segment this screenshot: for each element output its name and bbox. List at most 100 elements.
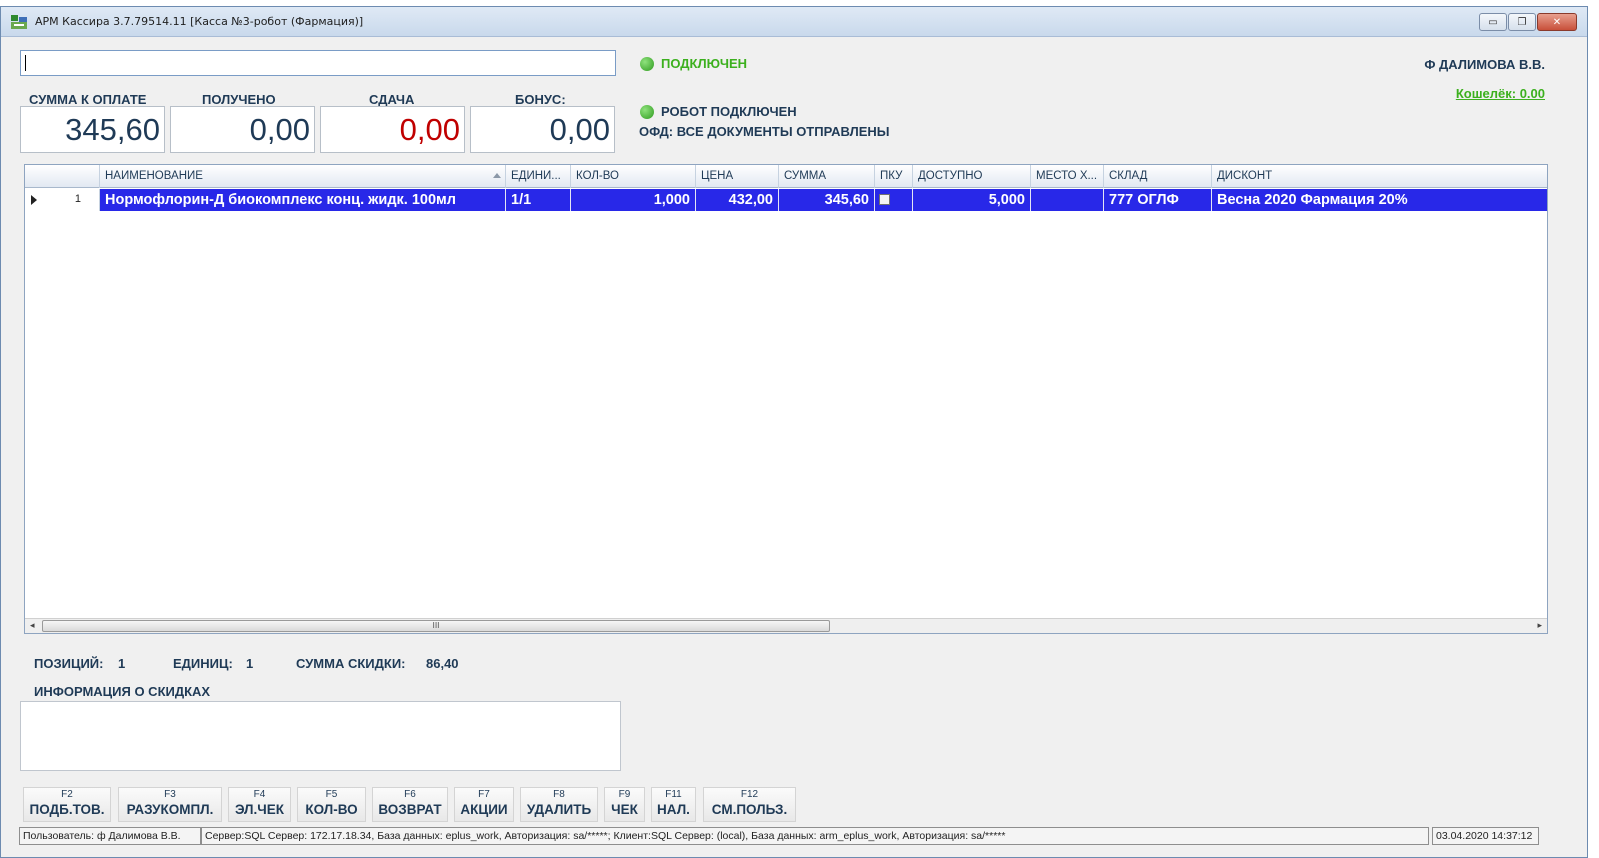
change-label: СДАЧА	[369, 92, 415, 107]
ofd-status-text: ОФД: ВСЕ ДОКУМЕНТЫ ОТПРАВЛЕНЫ	[639, 124, 890, 139]
wallet-link[interactable]: Кошелёк: 0.00	[1456, 86, 1545, 101]
fkey-code: F7	[478, 789, 490, 800]
grid-header: НАИМЕНОВАНИЕ ЕДИНИ... КОЛ-ВО ЦЕНА СУММА …	[25, 165, 1547, 188]
cell-price[interactable]: 432,00	[696, 189, 779, 211]
col-pku[interactable]: ПКУ	[875, 165, 913, 188]
fkey-code: F4	[253, 789, 266, 800]
received-label: ПОЛУЧЕНО	[202, 92, 276, 107]
text-caret	[25, 55, 26, 71]
cell-unit[interactable]: 1/1	[506, 189, 571, 211]
fkey-f3-button[interactable]: F3 РАЗУКОМПЛ.	[118, 787, 222, 822]
horizontal-scrollbar[interactable]: ◂ III ▸	[25, 618, 1547, 633]
col-qty[interactable]: КОЛ-ВО	[571, 165, 696, 188]
statusbar-user: Пользователь: ф Далимова В.В.	[19, 827, 201, 845]
fkey-label: АКЦИИ	[460, 802, 508, 817]
scroll-thumb[interactable]: III	[42, 620, 830, 632]
fkey-code: F2	[61, 789, 73, 800]
minimize-button[interactable]: ▭	[1479, 13, 1507, 31]
cell-pku[interactable]	[875, 189, 913, 211]
current-row-icon	[31, 195, 37, 205]
fkey-code: F5	[325, 789, 338, 800]
fkey-code: F11	[665, 789, 682, 800]
fkey-code: F9	[618, 789, 631, 800]
to-pay-value: 345,60	[20, 106, 165, 153]
fkey-label: ПОДБ.ТОВ.	[29, 802, 105, 817]
discount-info-title: ИНФОРМАЦИЯ О СКИДКАХ	[34, 684, 211, 699]
discount-sum-label: СУММА СКИДКИ:	[296, 656, 406, 671]
fkey-f9-button[interactable]: F9 ЧЕК	[604, 787, 645, 822]
cell-warehouse[interactable]: 777 ОГЛФ	[1104, 189, 1212, 211]
app-logo-icon	[11, 15, 27, 29]
col-place[interactable]: МЕСТО Х...	[1031, 165, 1104, 188]
col-price[interactable]: ЦЕНА	[696, 165, 779, 188]
positions-value: 1	[118, 656, 126, 671]
cell-sum[interactable]: 345,60	[779, 189, 875, 211]
grid-header-rowsel	[25, 165, 100, 188]
fkey-label: СМ.ПОЛЬЗ.	[711, 802, 788, 817]
items-grid: НАИМЕНОВАНИЕ ЕДИНИ... КОЛ-ВО ЦЕНА СУММА …	[24, 164, 1548, 634]
cell-qty[interactable]: 1,000	[571, 189, 696, 211]
table-row[interactable]: 1 Нормофлорин-Д биокомплекс конц. жидк. …	[25, 189, 1547, 211]
connection-status-icon	[640, 57, 654, 71]
window-controls: ▭ ❐ ✕	[1478, 13, 1577, 31]
fkey-f4-button[interactable]: F4 ЭЛ.ЧЕК	[228, 787, 291, 822]
fkey-label: НАЛ.	[657, 802, 690, 817]
fkey-label: КОЛ-ВО	[305, 802, 358, 817]
title-bar: АРМ Кассира 3.7.79514.11 [Касса №3-робот…	[1, 7, 1587, 37]
maximize-button[interactable]: ❐	[1508, 13, 1536, 31]
barcode-search-input[interactable]	[20, 50, 616, 76]
fkey-label: ЧЕК	[611, 802, 638, 817]
col-name[interactable]: НАИМЕНОВАНИЕ	[100, 165, 506, 188]
fkey-label: РАЗУКОМПЛ.	[126, 802, 214, 817]
fkey-label: УДАЛИТЬ	[526, 802, 592, 817]
status-bar: Пользователь: ф Далимова В.В. Сервер:SQL…	[19, 827, 1539, 845]
scroll-left-icon[interactable]: ◂	[30, 621, 35, 631]
units-label: ЕДИНИЦ:	[173, 656, 233, 671]
positions-label: ПОЗИЦИЙ:	[34, 656, 104, 671]
discount-info-box	[20, 701, 621, 771]
cashier-name: Ф ДАЛИМОВА В.В.	[1424, 57, 1545, 72]
robot-status-icon	[640, 105, 654, 119]
to-pay-label: СУММА К ОПЛАТЕ	[29, 92, 147, 107]
fkey-code: F6	[404, 789, 416, 800]
fkey-f8-button[interactable]: F8 УДАЛИТЬ	[520, 787, 598, 822]
scroll-right-icon[interactable]: ▸	[1537, 621, 1542, 631]
window-title: АРМ Кассира 3.7.79514.11 [Касса №3-робот…	[35, 15, 364, 28]
fkey-f11-button[interactable]: F11 НАЛ.	[651, 787, 696, 822]
row-selector[interactable]: 1	[25, 189, 100, 211]
col-unit[interactable]: ЕДИНИ...	[506, 165, 571, 188]
cell-name[interactable]: Нормофлорин-Д биокомплекс конц. жидк. 10…	[100, 189, 506, 211]
fkey-code: F12	[740, 789, 759, 800]
statusbar-datetime: 03.04.2020 14:37:12	[1432, 827, 1539, 845]
received-value[interactable]: 0,00	[170, 106, 315, 153]
cell-discount[interactable]: Весна 2020 Фармация 20%	[1212, 189, 1547, 211]
sort-ascending-icon	[493, 173, 501, 178]
robot-status-text: РОБОТ ПОДКЛЮЧЕН	[661, 104, 797, 119]
col-discount[interactable]: ДИСКОНТ	[1212, 165, 1547, 188]
cell-available[interactable]: 5,000	[913, 189, 1031, 211]
col-sum[interactable]: СУММА	[779, 165, 875, 188]
connection-status-text: ПОДКЛЮЧЕН	[661, 56, 748, 71]
fkey-f7-button[interactable]: F7 АКЦИИ	[454, 787, 514, 822]
fkey-label: ВОЗВРАТ	[378, 802, 442, 817]
statusbar-server: Сервер:SQL Сервер: 172.17.18.34, База да…	[201, 827, 1429, 845]
bonus-value[interactable]: 0,00	[470, 106, 615, 153]
fkey-f5-button[interactable]: F5 КОЛ-ВО	[297, 787, 366, 822]
units-value: 1	[246, 656, 254, 671]
bonus-label: БОНУС:	[515, 92, 566, 107]
change-value: 0,00	[320, 106, 465, 153]
fkey-f12-button[interactable]: F12 СМ.ПОЛЬЗ.	[703, 787, 796, 822]
discount-sum-value: 86,40	[426, 656, 459, 671]
col-warehouse[interactable]: СКЛАД	[1104, 165, 1212, 188]
fkey-code: F8	[553, 789, 565, 800]
pku-checkbox[interactable]	[879, 194, 890, 205]
cell-place[interactable]	[1031, 189, 1104, 211]
fkey-f2-button[interactable]: F2 ПОДБ.ТОВ.	[23, 787, 111, 822]
row-number: 1	[74, 193, 81, 205]
close-button[interactable]: ✕	[1537, 13, 1577, 31]
fkey-label: ЭЛ.ЧЕК	[234, 802, 285, 817]
col-available[interactable]: ДОСТУПНО	[913, 165, 1031, 188]
app-window: АРМ Кассира 3.7.79514.11 [Касса №3-робот…	[0, 6, 1588, 858]
fkey-f6-button[interactable]: F6 ВОЗВРАТ	[372, 787, 448, 822]
fkey-code: F3	[164, 789, 176, 800]
